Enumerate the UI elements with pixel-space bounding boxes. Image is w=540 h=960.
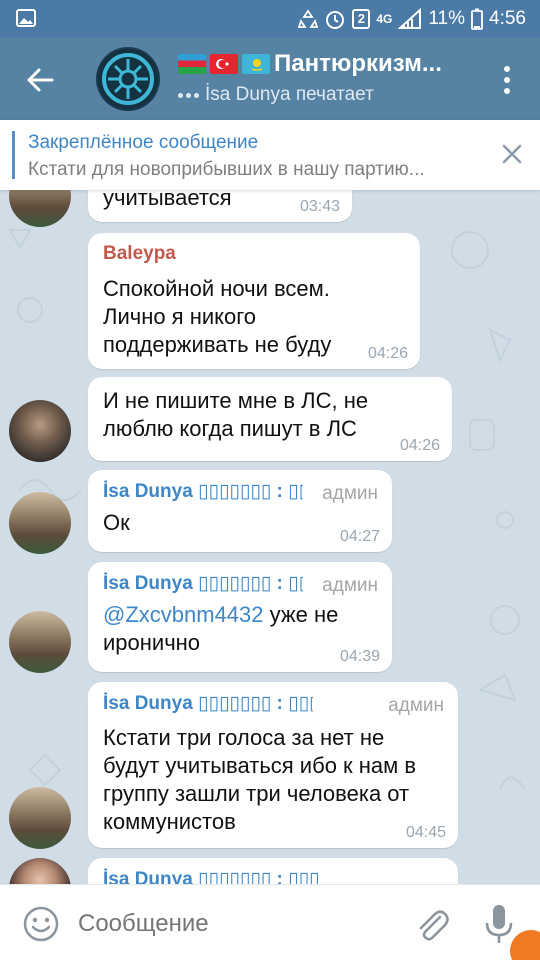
- battery-percent: 11%: [428, 8, 466, 29]
- status-bar: 2 4G 11% 4:56: [0, 0, 540, 38]
- paperclip-icon[interactable]: [414, 903, 450, 943]
- group-avatar[interactable]: [96, 47, 160, 111]
- message-time: 04:27: [339, 528, 380, 545]
- message-text: Ок: [103, 510, 130, 535]
- message-text: И не пишите мне в ЛС, не люблю когда пиш…: [103, 388, 369, 441]
- admin-badge: админ: [322, 483, 378, 504]
- recycle-icon: [298, 9, 319, 28]
- sender-name: İsa Dunya ▯▯▯▯▯▯▯ : ▯▯▯: [103, 481, 303, 502]
- notification-bubble-icon[interactable]: [510, 930, 540, 960]
- chat-title-text: Пантюркизм...: [274, 50, 442, 77]
- microphone-icon[interactable]: [484, 903, 514, 945]
- pinned-text: Кстати для новоприбывших в нашу партию..…: [28, 159, 425, 180]
- back-button[interactable]: [18, 58, 62, 102]
- azerbaijan-flag-icon: [178, 54, 206, 74]
- admin-badge: админ: [388, 695, 444, 716]
- close-icon[interactable]: [498, 140, 526, 168]
- kazakhstan-flag-icon: [242, 54, 270, 74]
- sender-name: İsa Dunya ▯▯▯▯▯▯▯ : ▯▯▯: [103, 869, 320, 884]
- avatar[interactable]: [9, 400, 71, 462]
- gallery-notification-icon: [16, 9, 36, 27]
- tengri-emblem-icon: [98, 49, 158, 109]
- message-time: 04:26: [367, 345, 408, 362]
- message-text: Кстати три голоса за нет не будут учитыв…: [103, 725, 417, 834]
- message-list[interactable]: учитывается 03:43 Baleypa Спокойной ночи…: [0, 190, 540, 884]
- message-time: 04:45: [405, 824, 446, 841]
- message-bubble[interactable]: И не пишите мне в ЛС, не люблю когда пиш…: [88, 377, 452, 461]
- emoji-icon[interactable]: [22, 905, 60, 943]
- avatar[interactable]: [9, 492, 71, 554]
- message-time: 03:43: [299, 198, 340, 215]
- sender-name: İsa Dunya ▯▯▯▯▯▯▯ : ▯▯▯: [103, 693, 313, 714]
- sender-name: Baleypa: [103, 243, 176, 264]
- message-text: Спокойной ночи всем. Лично я никого подд…: [103, 276, 332, 357]
- signal-icon: [398, 8, 422, 29]
- arrow-left-icon: [27, 68, 54, 92]
- pinned-label: Закреплённое сообщение: [28, 132, 259, 153]
- avatar[interactable]: [9, 611, 71, 673]
- typing-indicator-icon: [178, 92, 199, 98]
- message-bubble[interactable]: учитывается 03:43: [88, 190, 352, 222]
- message-bubble[interactable]: Baleypa Спокойной ночи всем. Лично я ник…: [88, 233, 420, 369]
- turkey-flag-icon: [210, 54, 238, 74]
- message-bubble[interactable]: İsa Dunya ▯▯▯▯▯▯▯ : ▯▯▯ админ Кстати три…: [88, 682, 458, 848]
- typing-status: İsa Dunya печатает: [178, 84, 374, 106]
- message-time: 04:26: [399, 437, 440, 454]
- notification-badge: 2: [352, 9, 371, 29]
- message-bubble[interactable]: İsa Dunya ▯▯▯▯▯▯▯ : ▯▯▯: [88, 858, 458, 884]
- chat-title[interactable]: Пантюркизм...: [178, 50, 468, 78]
- battery-icon: [471, 8, 483, 30]
- network-type: 4G: [376, 12, 393, 26]
- message-bubble[interactable]: İsa Dunya ▯▯▯▯▯▯▯ : ▯▯▯ админ @Zxcvbnm44…: [88, 562, 392, 672]
- message-text: @Zxcvbnm4432 уже не иронично: [103, 601, 373, 657]
- typing-status-text: İsa Dunya печатает: [205, 84, 374, 105]
- message-bubble[interactable]: İsa Dunya ▯▯▯▯▯▯▯ : ▯▯▯ админ Ок 04:27: [88, 470, 392, 552]
- more-options-button[interactable]: [492, 60, 522, 100]
- clock: 4:56: [489, 8, 526, 29]
- message-input[interactable]: [78, 905, 398, 943]
- message-composer: [0, 884, 540, 960]
- alarm-icon: [326, 11, 345, 29]
- pinned-indicator: [12, 131, 15, 179]
- sender-name: İsa Dunya ▯▯▯▯▯▯▯ : ▯▯▯: [103, 573, 303, 594]
- avatar[interactable]: [9, 787, 71, 849]
- chat-header: Пантюркизм... İsa Dunya печатает: [0, 38, 540, 120]
- message-time: 04:39: [339, 648, 380, 665]
- pinned-message-bar[interactable]: Закреплённое сообщение Кстати для новопр…: [0, 120, 540, 190]
- user-mention-link[interactable]: @Zxcvbnm4432: [103, 602, 264, 627]
- admin-badge: админ: [322, 575, 378, 596]
